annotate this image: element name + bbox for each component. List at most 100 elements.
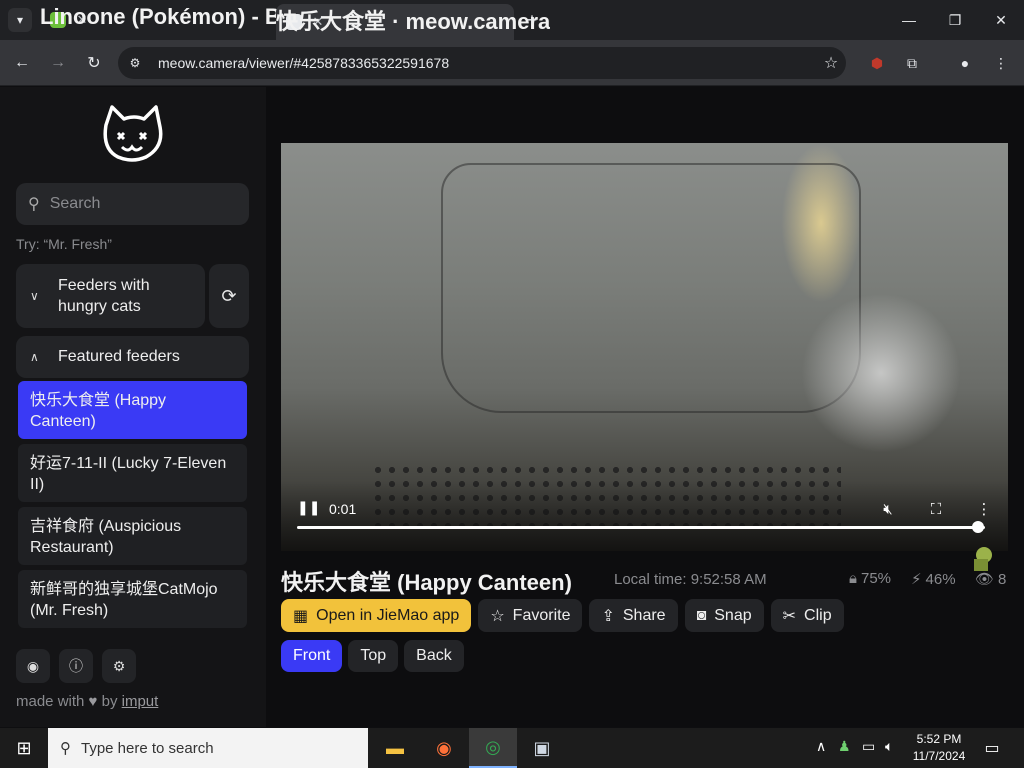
tab-linoone[interactable]: Linoone (Pokémon) - Bulbapedi ✕: [40, 4, 371, 36]
minimize-icon[interactable]: —: [886, 0, 932, 40]
url-text[interactable]: meow.camera/viewer/#4258783365322591678: [158, 55, 816, 71]
pause-icon[interactable]: ❚❚: [297, 499, 320, 517]
feeder-actions: ▦ Open in JieMao app ☆ Favorite ⇪ Share …: [281, 599, 844, 632]
site-info-icon[interactable]: ⚙: [122, 50, 148, 76]
chrome-icon[interactable]: ◎: [469, 728, 517, 768]
firefox-icon[interactable]: ◉: [420, 728, 468, 768]
reload-icon[interactable]: ↻: [81, 50, 107, 76]
more-options-icon[interactable]: ⋮: [973, 499, 995, 519]
share-label: Share: [622, 606, 666, 624]
view-front-button[interactable]: Front: [281, 640, 343, 672]
new-tab-icon[interactable]: +: [520, 8, 544, 32]
light-haze: [801, 293, 961, 453]
browser-menu-icon[interactable]: ⋮: [990, 52, 1012, 74]
browser-tab-bar: ▾ Linoone (Pokémon) - Bulbapedi ✕ 快乐大食堂 …: [0, 0, 1024, 40]
search-hint: Try: “Mr. Fresh”: [16, 236, 112, 252]
star-icon: ☆: [490, 607, 505, 625]
photos-app-icon[interactable]: ▣: [518, 728, 566, 768]
camera-video-player[interactable]: ❚❚ 0:01 🔇︎ ⛶ ⋮: [281, 143, 1008, 551]
network-icon[interactable]: ▭: [862, 738, 875, 755]
windows-start-icon[interactable]: ⊞: [0, 728, 48, 768]
feeder-list: 快乐大食堂 (Happy Canteen) 好运7-11-II (Lucky 7…: [16, 381, 249, 633]
file-explorer-icon[interactable]: ▬: [371, 728, 419, 768]
taskbar-search-box[interactable]: ⚲ Type here to search: [48, 728, 368, 768]
clock-date: 11/7/2024: [912, 749, 966, 763]
address-bar[interactable]: ⚙ meow.camera/viewer/#425878336532259167…: [118, 47, 846, 79]
share-button[interactable]: ⇪ Share: [589, 599, 678, 632]
taskbar-search-placeholder: Type here to search: [81, 739, 214, 757]
refresh-icon: ⟳: [221, 285, 237, 306]
view-top-button[interactable]: Top: [348, 640, 399, 672]
settings-gear-icon[interactable]: ⚙: [102, 649, 136, 683]
tab-meow-camera[interactable]: 快乐大食堂 · meow.camera ✕: [276, 4, 550, 40]
muted-speaker-icon[interactable]: 🔇︎: [877, 499, 899, 519]
user-tray-icon[interactable]: ♟: [838, 738, 851, 755]
snap-button[interactable]: ◙ Snap: [684, 599, 764, 632]
meow-camera-logo-icon: [103, 105, 163, 162]
snap-label: Snap: [714, 606, 752, 624]
back-arrow-icon[interactable]: ←: [9, 50, 35, 76]
forward-arrow-icon[interactable]: →: [45, 50, 71, 76]
feeder-item-lucky-7-eleven[interactable]: 好运7-11-II (Lucky 7-Eleven II): [18, 444, 247, 502]
video-progress-track[interactable]: [297, 526, 985, 529]
favorite-button[interactable]: ☆ Favorite: [478, 599, 583, 632]
feeder-item-happy-canteen[interactable]: 快乐大食堂 (Happy Canteen): [18, 381, 247, 439]
bookmark-star-icon[interactable]: ☆: [816, 53, 846, 73]
group-label: Featured feeders: [58, 348, 180, 365]
refresh-button[interactable]: ⟳: [209, 264, 249, 328]
sidebar: ⚲ Try: “Mr. Fresh” ∨ Feeders with hungry…: [0, 87, 266, 727]
search-input[interactable]: [49, 195, 230, 213]
favorite-label: Favorite: [512, 606, 571, 624]
system-clock[interactable]: 5:52 PM 11/7/2024: [906, 731, 972, 765]
viewers-value: 8: [998, 570, 1007, 588]
feeder-item-mr-fresh[interactable]: 新鲜哥的独享城堡CatMojo (Mr. Fresh): [18, 570, 247, 628]
feeder-item-auspicious-restaurant[interactable]: 吉祥食府 (Auspicious Restaurant): [18, 507, 247, 565]
search-icon: ⚲: [60, 740, 71, 757]
open-in-app-button[interactable]: ▦ Open in JieMao app: [281, 599, 472, 632]
author-link[interactable]: imput: [122, 693, 159, 710]
chevron-up-icon: ∧: [30, 350, 39, 364]
close-window-icon[interactable]: ✕: [978, 0, 1024, 40]
volume-icon[interactable]: 🔈︎: [885, 738, 893, 755]
browser-toolbar: ← → ↻ ⚙ meow.camera/viewer/#425878336532…: [0, 40, 1024, 86]
profile-avatar-icon[interactable]: ●: [954, 52, 976, 74]
viewers-stat: 👁︎ 8: [975, 570, 1007, 589]
discord-icon[interactable]: ◉: [16, 649, 50, 683]
windows-taskbar: ⊞ ⚲ Type here to search ▬ ◉ ◎ ▣ ∧ ♟ ▭ 🔈︎…: [0, 728, 1024, 768]
eye-icon: 👁︎: [975, 571, 995, 588]
group-featured-feeders[interactable]: ∧ Featured feeders: [16, 336, 249, 378]
notification-center-icon[interactable]: ▭: [980, 736, 1004, 760]
video-progress-thumb[interactable]: [972, 521, 985, 533]
open-in-app-label: Open in JieMao app: [316, 606, 460, 624]
fullscreen-icon[interactable]: ⛶: [925, 499, 947, 519]
info-icon[interactable]: ⓘ: [59, 649, 93, 683]
share-icon: ⇪: [601, 607, 615, 625]
battery-stat: ⚡︎ 46%: [911, 570, 956, 589]
search-box[interactable]: ⚲: [16, 183, 249, 225]
by-text: by: [101, 693, 118, 710]
show-hidden-icons-icon[interactable]: ∧: [816, 738, 826, 755]
group-feeders-hungry-cats[interactable]: ∨ Feeders with hungry cats: [16, 264, 205, 328]
tab-title: 快乐大食堂 · meow.camera: [276, 9, 551, 34]
camera-view-selector: Front Top Back: [281, 640, 464, 672]
made-with-footer: made with ♥ by imput: [16, 693, 158, 710]
search-icon: ⚲: [28, 196, 40, 213]
heart-icon: ♥: [88, 693, 98, 710]
restore-icon[interactable]: ❐: [932, 0, 978, 40]
view-back-button[interactable]: Back: [404, 640, 464, 672]
extensions-puzzle-icon[interactable]: ⧉: [901, 52, 923, 74]
sidebar-footer-icons: ◉ ⓘ ⚙: [16, 649, 136, 683]
meow-camera-page: ⚲ Try: “Mr. Fresh” ∨ Feeders with hungry…: [0, 87, 1024, 727]
feeder-info-row: 快乐大食堂 (Happy Canteen) Local time: 9:52:5…: [281, 565, 1011, 595]
tab-search-menu-icon[interactable]: ▾: [8, 8, 32, 32]
group-label: Feeders with hungry cats: [58, 277, 150, 315]
ublock-extension-icon[interactable]: ⬢: [866, 52, 888, 74]
video-time: 0:01: [329, 501, 357, 517]
clip-button[interactable]: ✂ Clip: [770, 599, 844, 632]
clip-label: Clip: [804, 606, 832, 624]
scissors-icon: ✂: [782, 607, 797, 625]
food-bag-icon: 🔒︎: [849, 570, 857, 587]
food-level-value: 75%: [860, 570, 892, 587]
camera-icon: ◙: [696, 606, 707, 624]
clock-time: 5:52 PM: [916, 732, 962, 746]
